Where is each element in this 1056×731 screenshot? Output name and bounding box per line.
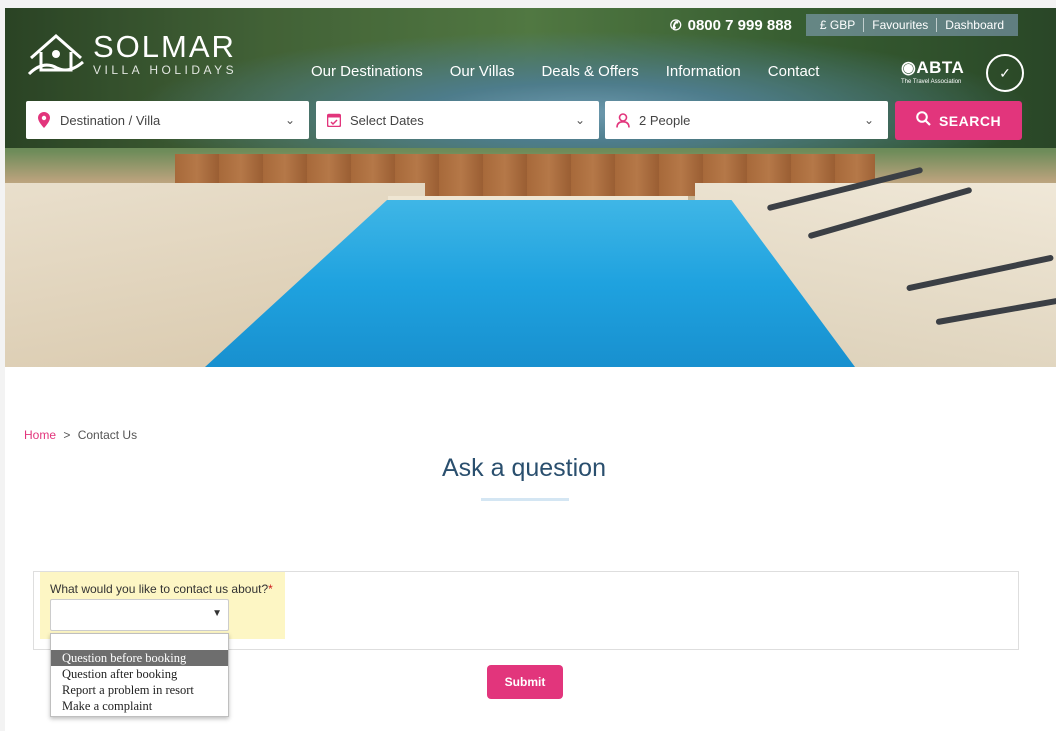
chevron-down-icon: ⌄ [863, 113, 874, 127]
chevron-down-icon: ▼ [212, 608, 222, 619]
main-nav: Our Destinations Our Villas Deals & Offe… [311, 63, 846, 80]
chevron-down-icon: ⌄ [574, 113, 585, 127]
favourites-link[interactable]: Favourites [864, 18, 938, 32]
contact-topic-label: What would you like to contact us about?… [50, 582, 273, 596]
window-top-edge [0, 0, 1056, 8]
title-underline [481, 498, 569, 501]
page: SOLMAR VILLA HOLIDAYS ✆ 0800 7 999 888 £… [5, 8, 1056, 731]
submit-button[interactable]: Submit [487, 665, 563, 699]
brand-logo[interactable]: SOLMAR VILLA HOLIDAYS [27, 30, 237, 78]
brand-sub: VILLA HOLIDAYS [93, 62, 238, 77]
nav-information[interactable]: Information [666, 63, 741, 80]
calendar-icon [326, 113, 342, 127]
contact-topic-select[interactable]: ▼ [50, 599, 229, 631]
phone-link[interactable]: ✆ 0800 7 999 888 [670, 17, 792, 34]
person-icon [615, 112, 631, 128]
search-icon [916, 111, 931, 130]
dates-select[interactable]: Select Dates ⌄ [316, 101, 599, 139]
nav-our-villas[interactable]: Our Villas [450, 63, 515, 80]
abta-logo: ◉ABTA The Travel Association [901, 58, 964, 85]
page-title: Ask a question [442, 454, 606, 482]
destination-select[interactable]: Destination / Villa ⌄ [26, 101, 309, 139]
phone-icon: ✆ [669, 16, 682, 33]
chevron-down-icon: ⌄ [284, 113, 295, 127]
people-value: 2 People [639, 112, 691, 128]
abta-globe-icon: ◉ [901, 58, 917, 77]
search-button-label: SEARCH [938, 112, 1002, 129]
contact-topic-dropdown: Question before booking Question after b… [50, 633, 229, 717]
nav-our-destinations[interactable]: Our Destinations [311, 63, 423, 80]
nav-deals-offers[interactable]: Deals & Offers [541, 63, 638, 80]
location-pin-icon [36, 112, 52, 128]
dates-value: Select Dates [350, 112, 424, 128]
nav-contact[interactable]: Contact [768, 63, 820, 80]
breadcrumb: Home > Contact Us [24, 428, 137, 442]
phone-number: 0800 7 999 888 [687, 16, 792, 34]
option-question-after-booking[interactable]: Question after booking [51, 666, 228, 682]
abta-sub: The Travel Association [901, 79, 962, 85]
option-report-problem[interactable]: Report a problem in resort [51, 682, 228, 698]
breadcrumb-home[interactable]: Home [24, 428, 56, 442]
dashboard-link[interactable]: Dashboard [937, 18, 1012, 32]
brand-name: SOLMAR [93, 28, 236, 64]
dropdown-blank-option[interactable] [51, 634, 228, 650]
people-select[interactable]: 2 People ⌄ [605, 101, 888, 139]
option-make-complaint[interactable]: Make a complaint [51, 698, 228, 714]
protection-seal-icon: ✓ [986, 54, 1024, 92]
breadcrumb-current: Contact Us [77, 428, 138, 442]
breadcrumb-separator: > [63, 428, 71, 442]
utility-bar: ✆ 0800 7 999 888 £ GBP Favourites Dashbo… [670, 14, 1018, 36]
option-question-before-booking[interactable]: Question before booking [51, 650, 228, 666]
search-button[interactable]: SEARCH [895, 101, 1022, 140]
required-mark: * [268, 582, 273, 596]
destination-value: Destination / Villa [60, 112, 161, 128]
abta-name: ABTA [916, 58, 965, 77]
logo-house-icon [27, 30, 85, 78]
currency-link[interactable]: £ GBP [812, 18, 865, 32]
